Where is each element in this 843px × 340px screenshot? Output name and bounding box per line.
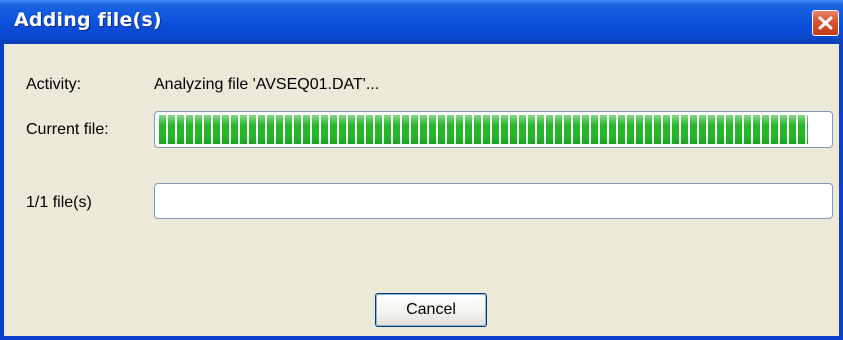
current-file-progress-fill <box>159 115 808 144</box>
title-bar[interactable]: Adding file(s) <box>0 0 843 44</box>
dialog-body: Activity: Analyzing file 'AVSEQ01.DAT'..… <box>4 44 839 336</box>
total-files-label: 1/1 file(s) <box>26 194 92 211</box>
adding-files-dialog: Adding file(s) Activity: Analyzing file … <box>0 0 843 340</box>
close-icon <box>818 16 833 30</box>
current-file-label: Current file: <box>26 121 109 138</box>
close-button[interactable] <box>812 10 839 36</box>
total-files-progress-bar <box>154 183 833 219</box>
current-file-progress-bar <box>154 111 833 148</box>
activity-label: Activity: <box>26 76 82 93</box>
activity-value: Analyzing file 'AVSEQ01.DAT'... <box>154 76 380 93</box>
cancel-button[interactable]: Cancel <box>375 293 487 327</box>
window-title: Adding file(s) <box>14 9 162 31</box>
